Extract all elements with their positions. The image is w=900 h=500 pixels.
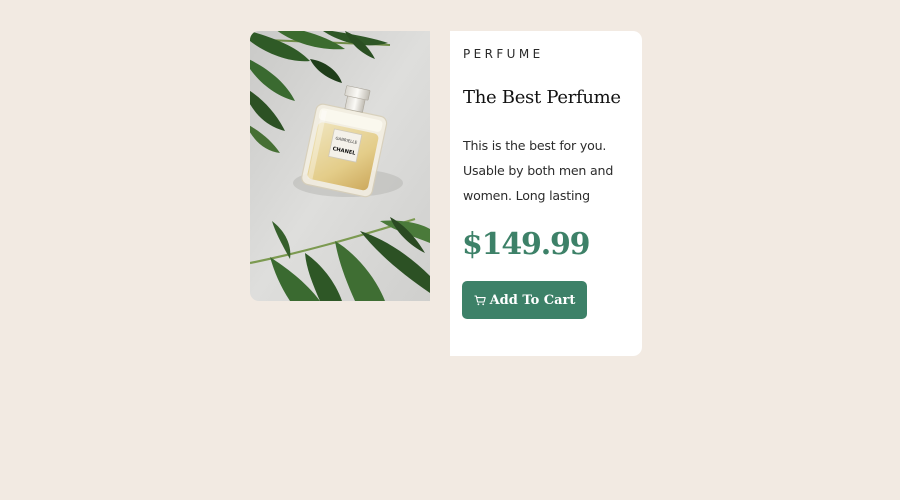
product-description: This is the best for you. Usable by both… xyxy=(463,138,614,203)
product-title: The Best Perfume xyxy=(463,87,621,108)
add-to-cart-label: Add To Cart xyxy=(489,292,576,308)
product-card: PERFUME The Best Perfume This is the bes… xyxy=(450,31,642,356)
cart-icon xyxy=(474,294,486,306)
perfume-photo: GABRIELLE CHANEL xyxy=(250,31,430,301)
product-image: GABRIELLE CHANEL xyxy=(250,31,430,301)
product-category: PERFUME xyxy=(463,47,544,61)
product-price: $149.99 xyxy=(462,227,590,262)
add-to-cart-button[interactable]: Add To Cart xyxy=(462,281,587,319)
page: GABRIELLE CHANEL PERFUME The Best Perfum… xyxy=(0,0,900,500)
